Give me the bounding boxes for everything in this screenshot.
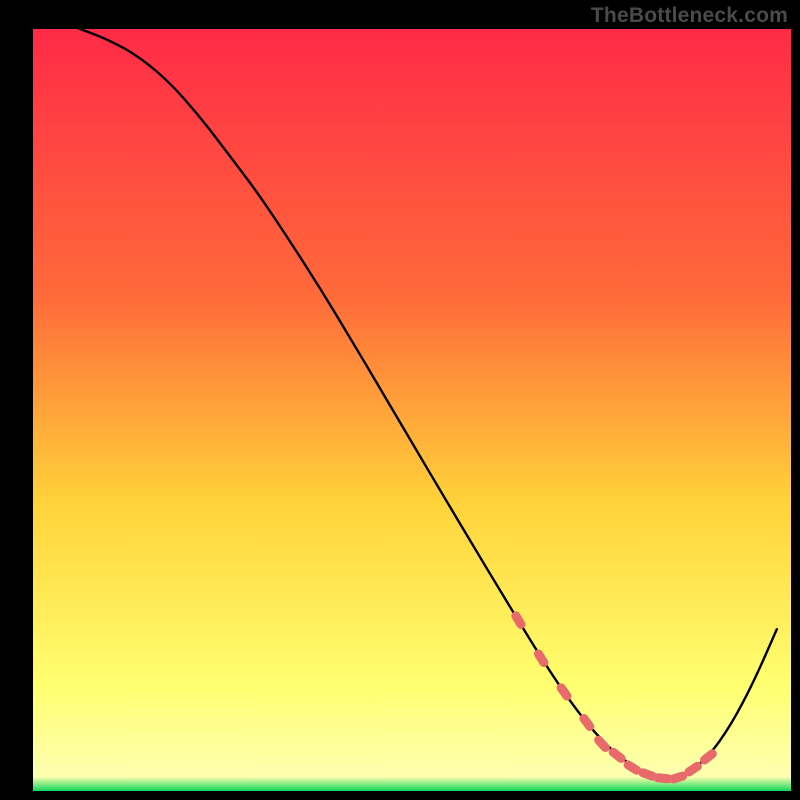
plot-background xyxy=(32,28,792,792)
watermark-label: TheBottleneck.com xyxy=(591,4,788,28)
chart xyxy=(0,0,800,800)
